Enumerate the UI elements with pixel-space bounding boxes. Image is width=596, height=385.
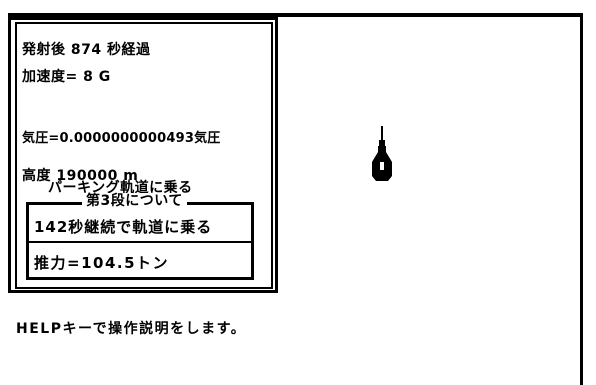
rocket-icon [372,126,392,181]
atmospheric-pressure: 気圧=0.0000000000493気圧 [22,131,221,146]
acceleration: 加速度= 8 G [22,69,111,85]
orbit-message: 142秒継続で軌道に乗る [34,218,213,236]
help-message: HELPキーで操作説明をします。 [16,321,247,337]
elapsed-time: 発射後 874 秒経過 [22,42,151,58]
thrust: 推力=104.5トン [34,254,170,272]
stage-divider [29,241,251,243]
stage-title: 第3段について [82,193,187,209]
game-screen: 発射後 874 秒経過 加速度= 8 G 気圧=0.0000000000493気… [0,0,596,385]
right-border [580,13,583,385]
